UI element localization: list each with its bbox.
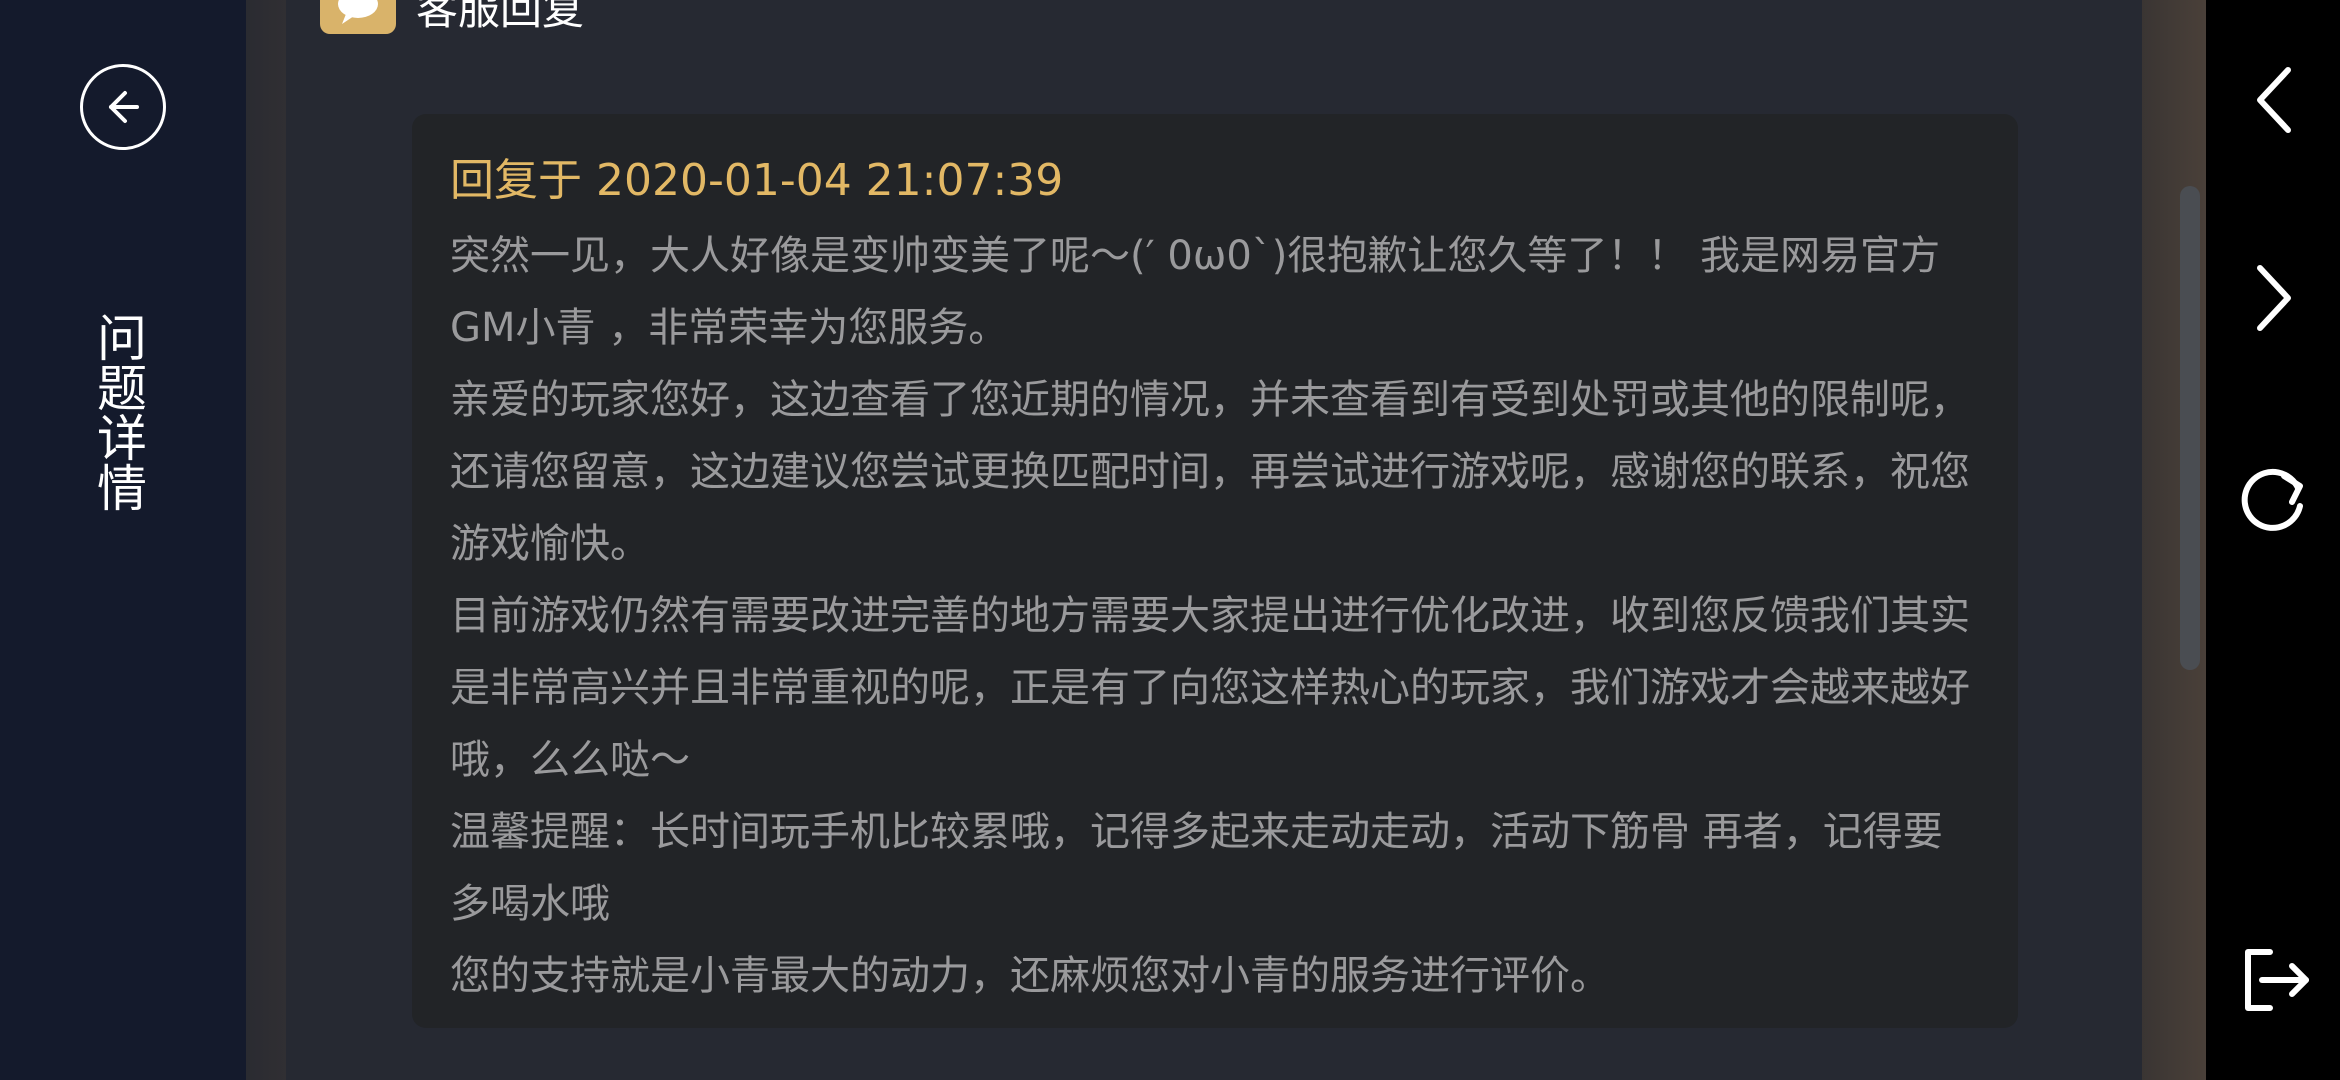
section-header: 客服回复 — [320, 0, 584, 34]
arrow-left-circle-icon — [109, 91, 139, 123]
section-title: 客服回复 — [416, 0, 585, 34]
main-content: 客服回复 回复于 2020-01-04 21:07:39 突然一见，大人好像是变… — [286, 0, 2142, 1080]
reply-paragraph: 您的支持就是小青最大的动力，还麻烦您对小青的服务进行评价。 — [450, 953, 1610, 999]
refresh-icon — [2241, 468, 2303, 531]
refresh-button[interactable] — [2224, 448, 2324, 548]
reply-paragraph: 目前游戏仍然有需要改进完善的地方需要大家提出进行优化改进，收到您反馈我们其实是非… — [450, 593, 1970, 783]
forward-nav-button[interactable] — [2224, 248, 2324, 348]
scrollbar[interactable] — [2180, 186, 2200, 670]
exit-icon — [2245, 949, 2309, 1011]
exit-button[interactable] — [2224, 930, 2324, 1030]
left-sidebar: 问题详情 — [0, 0, 246, 1080]
reply-card: 回复于 2020-01-04 21:07:39 突然一见，大人好像是变帅变美了呢… — [412, 114, 2018, 1028]
chevron-left-icon — [2257, 67, 2291, 133]
chevron-right-icon — [2257, 265, 2291, 331]
reply-paragraph: 突然一见，大人好像是变帅变美了呢～(′ 0ω0`)很抱歉让您久等了！！ 我是网易… — [450, 233, 1941, 351]
reply-paragraph: 亲爱的玩家您好，这边查看了您近期的情况，并未查看到有受到处罚或其他的限制呢，还请… — [450, 377, 1970, 567]
reply-body: 突然一见，大人好像是变帅变美了呢～(′ 0ω0`)很抱歉让您久等了！！ 我是网易… — [450, 220, 1982, 1012]
page-title: 问题详情 — [89, 312, 147, 512]
back-nav-button[interactable] — [2224, 50, 2324, 150]
reply-timestamp: 回复于 2020-01-04 21:07:39 — [450, 155, 1064, 206]
right-nav-bar — [2206, 0, 2340, 1080]
chat-bubble-icon — [320, 0, 396, 34]
reply-paragraph: 温馨提醒：长时间玩手机比较累哦，记得多起来走动走动，活动下筋骨 再者，记得要多喝… — [450, 809, 1943, 927]
background-strip-left — [246, 0, 286, 1080]
back-button[interactable] — [80, 64, 166, 150]
